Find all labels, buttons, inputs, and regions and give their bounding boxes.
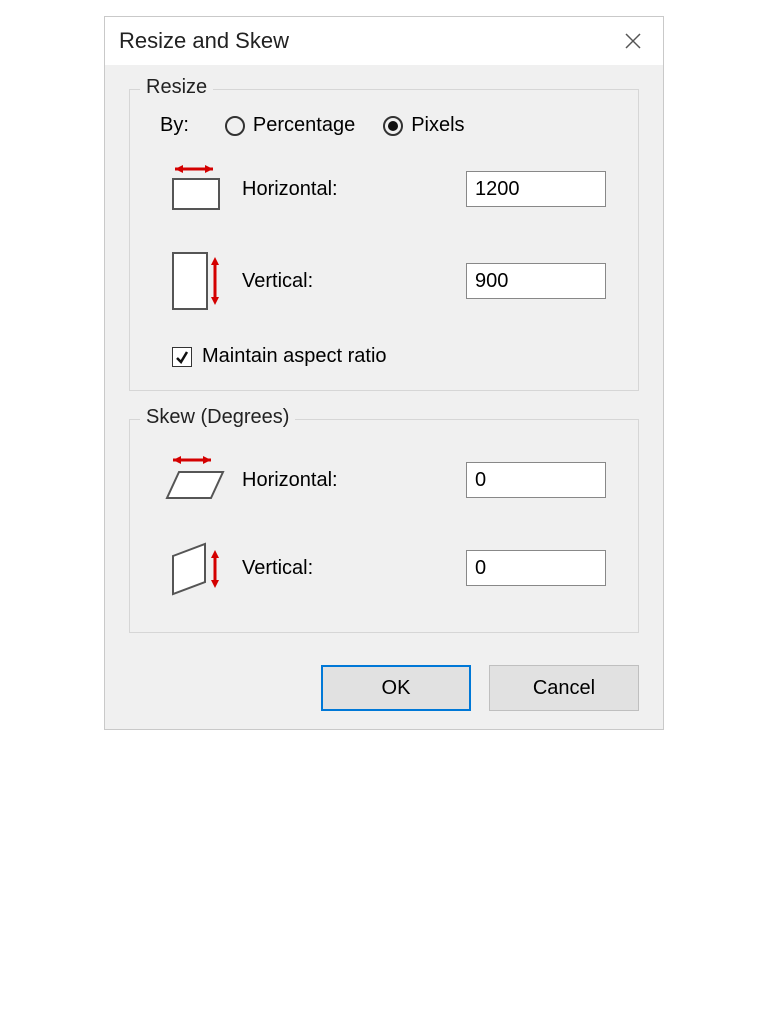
skew-horizontal-input[interactable] — [466, 462, 606, 498]
skew-horizontal-row: Horizontal: — [152, 452, 616, 508]
skew-legend: Skew (Degrees) — [140, 406, 295, 429]
resize-vertical-icon — [152, 245, 242, 317]
radio-pixels-circle — [383, 116, 403, 136]
resize-by-row: By: Percentage Pixels — [152, 114, 616, 137]
radio-percentage-label: Percentage — [253, 114, 355, 137]
close-button[interactable] — [617, 25, 649, 57]
resize-vertical-input[interactable] — [466, 263, 606, 299]
skew-vertical-row: Vertical: — [152, 536, 616, 600]
skew-vertical-icon — [152, 536, 242, 600]
resize-vertical-row: Vertical: — [152, 245, 616, 317]
ok-button-label: OK — [382, 677, 411, 700]
skew-group: Skew (Degrees) Horizontal: — [129, 419, 639, 633]
cancel-button[interactable]: Cancel — [489, 665, 639, 711]
radio-percentage-circle — [225, 116, 245, 136]
skew-horizontal-icon — [152, 452, 242, 508]
by-label: By: — [160, 114, 189, 137]
maintain-aspect-checkbox[interactable] — [172, 347, 192, 367]
maintain-aspect-row: Maintain aspect ratio — [172, 345, 616, 368]
skew-vertical-label: Vertical: — [242, 557, 466, 580]
ok-button[interactable]: OK — [321, 665, 471, 711]
radio-percentage[interactable]: Percentage — [225, 114, 355, 137]
resize-legend: Resize — [140, 76, 213, 99]
resize-horizontal-icon — [152, 161, 242, 217]
radio-pixels-dot — [388, 121, 398, 131]
resize-horizontal-input[interactable] — [466, 171, 606, 207]
skew-vertical-input[interactable] — [466, 550, 606, 586]
cancel-button-label: Cancel — [533, 677, 595, 700]
resize-horizontal-row: Horizontal: — [152, 161, 616, 217]
maintain-aspect-label: Maintain aspect ratio — [202, 345, 387, 368]
resize-group: Resize By: Percentage Pixels — [129, 89, 639, 391]
checkmark-icon — [175, 350, 189, 364]
resize-skew-dialog: Resize and Skew Resize By: Percentage — [104, 16, 664, 730]
resize-vertical-label: Vertical: — [242, 270, 466, 293]
radio-pixels[interactable]: Pixels — [383, 114, 464, 137]
close-icon — [624, 32, 642, 50]
radio-pixels-label: Pixels — [411, 114, 464, 137]
resize-horizontal-label: Horizontal: — [242, 178, 466, 201]
dialog-body: Resize By: Percentage Pixels — [105, 65, 663, 729]
skew-horizontal-label: Horizontal: — [242, 469, 466, 492]
button-row: OK Cancel — [129, 661, 639, 711]
dialog-title: Resize and Skew — [119, 28, 289, 54]
titlebar: Resize and Skew — [105, 17, 663, 65]
